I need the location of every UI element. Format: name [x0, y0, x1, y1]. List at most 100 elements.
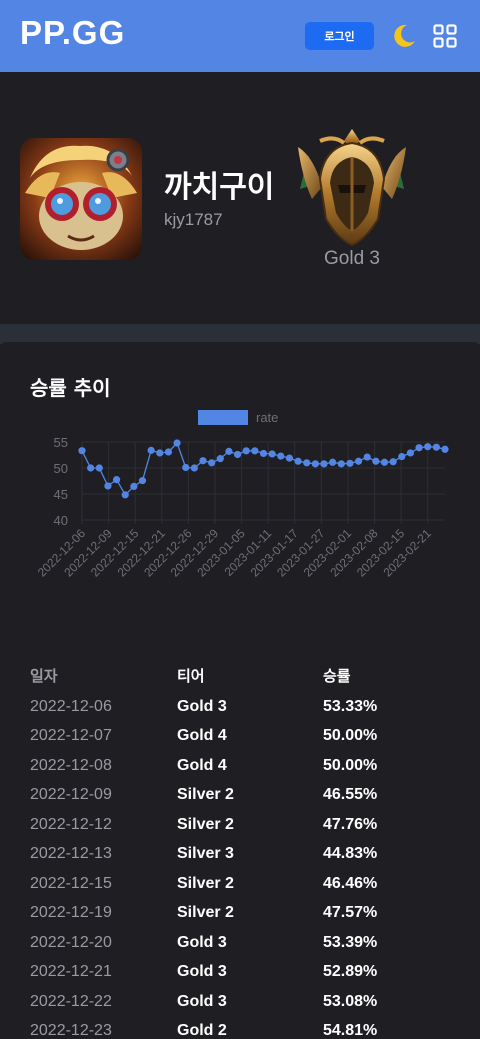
- row-tier: Gold 3: [177, 933, 227, 951]
- legend-label: rate: [256, 410, 278, 425]
- table-row: 2022-12-20 Gold 3 53.39%: [0, 928, 480, 957]
- row-rate: 53.39%: [323, 933, 378, 951]
- data-point: [138, 477, 147, 485]
- row-date: 2022-12-09: [30, 786, 112, 803]
- data-point: [303, 459, 311, 467]
- moon-icon[interactable]: [388, 21, 418, 51]
- data-point: [346, 459, 354, 467]
- data-point: [121, 491, 129, 499]
- table-row: 2022-12-12 Silver 2 47.76%: [0, 810, 480, 839]
- row-rate: 47.76%: [323, 815, 378, 833]
- header-rate: 승률: [323, 667, 351, 685]
- y-tick-label: 50: [54, 461, 68, 476]
- row-tier: Gold 3: [177, 963, 227, 980]
- row-tier: Silver 3: [177, 845, 234, 862]
- table-header-row: 일자 티어 승률: [0, 662, 480, 691]
- legend-swatch: [198, 410, 248, 425]
- row-tier: Silver 2: [177, 786, 234, 803]
- grid-icon[interactable]: [433, 24, 457, 48]
- data-point: [87, 464, 95, 472]
- top-header: PP.GG 로그인: [0, 0, 480, 72]
- row-tier: Silver 2: [177, 815, 234, 833]
- y-tick-label: 55: [54, 435, 68, 450]
- row-rate: 47.57%: [323, 904, 378, 921]
- row-rate: 50.00%: [323, 727, 378, 744]
- data-point: [424, 443, 432, 451]
- row-date: 2022-12-12: [30, 815, 112, 833]
- profile-section: 까치구이 kjy1787 Gold 3: [0, 72, 480, 324]
- data-point: [329, 458, 337, 466]
- row-rate: 46.46%: [323, 874, 378, 892]
- data-point: [337, 460, 345, 468]
- row-date: 2022-12-19: [30, 904, 112, 921]
- table-row: 2022-12-09 Silver 2 46.55%: [0, 780, 480, 809]
- data-point: [372, 457, 380, 465]
- row-tier: Silver 2: [177, 874, 234, 892]
- data-point: [190, 464, 198, 472]
- data-point: [259, 449, 268, 458]
- data-point: [147, 446, 155, 454]
- data-point: [251, 447, 259, 455]
- data-point: [311, 460, 319, 468]
- data-point: [268, 450, 276, 458]
- data-point: [277, 452, 285, 460]
- data-point: [78, 447, 86, 455]
- row-rate: 53.33%: [323, 697, 378, 715]
- data-point: [225, 447, 233, 455]
- data-point: [389, 458, 397, 466]
- data-point: [406, 449, 415, 457]
- data-point: [294, 457, 302, 465]
- row-tier: Silver 2: [177, 904, 234, 921]
- data-point: [164, 448, 173, 456]
- row-date: 2022-12-23: [30, 1022, 112, 1039]
- row-rate: 53.08%: [323, 992, 378, 1010]
- row-date: 2022-12-13: [30, 845, 112, 862]
- data-point: [104, 482, 112, 490]
- row-date: 2022-12-07: [30, 727, 112, 744]
- data-point: [156, 449, 164, 457]
- summoner-name: 까치구이: [164, 170, 275, 205]
- data-point: [432, 443, 440, 451]
- profile-avatar: [20, 138, 142, 260]
- data-point: [320, 460, 328, 468]
- data-point: [130, 482, 138, 491]
- y-tick-label: 45: [54, 487, 68, 502]
- table-row: 2022-12-06 Gold 3 53.33%: [0, 692, 480, 721]
- table-row: 2022-12-22 Gold 3 53.08%: [0, 987, 480, 1016]
- row-tier: Gold 4: [177, 727, 227, 744]
- login-button[interactable]: 로그인: [305, 22, 374, 50]
- win-rate-chart: rate404550552022-12-062022-12-092022-12-…: [35, 410, 449, 580]
- data-point: [199, 457, 207, 465]
- table-row: 2022-12-08 Gold 4 50.00%: [0, 751, 480, 780]
- data-point: [354, 457, 363, 465]
- section-divider: [0, 324, 480, 344]
- data-point: [95, 464, 103, 472]
- row-tier: Gold 3: [177, 697, 227, 715]
- row-date: 2022-12-20: [30, 933, 112, 951]
- data-point: [112, 476, 121, 484]
- row-rate: 52.89%: [323, 963, 378, 980]
- table-row: 2022-12-23 Gold 2 54.81%: [0, 1016, 480, 1039]
- win-rate-card: 승률 추이 rate 40 45 50 55 2022-12-06 2022-12-09 20…: [0, 342, 480, 1039]
- header-date: 일자: [30, 667, 58, 685]
- table-row: 2022-12-07 Gold 4 50.00%: [0, 721, 480, 750]
- site-logo[interactable]: PP.GG: [20, 14, 125, 52]
- row-rate: 50.00%: [323, 756, 378, 774]
- y-tick-label: 40: [54, 513, 68, 528]
- header-tier: 티어: [177, 667, 205, 685]
- data-point: [398, 452, 406, 461]
- data-point: [363, 453, 371, 461]
- row-date: 2022-12-06: [30, 697, 112, 715]
- data-point: [216, 455, 224, 463]
- table-row: 2022-12-15 Silver 2 46.46%: [0, 869, 480, 898]
- table-row: 2022-12-21 Gold 3 52.89%: [0, 957, 480, 986]
- data-point: [380, 458, 389, 466]
- data-point: [173, 439, 181, 447]
- data-point: [233, 450, 242, 459]
- row-date: 2022-12-08: [30, 756, 112, 774]
- row-tier: Gold 4: [177, 756, 227, 774]
- gold-tier-emblem-icon: [298, 129, 406, 247]
- data-point: [182, 463, 190, 472]
- row-rate: 46.55%: [323, 786, 378, 803]
- table-row: 2022-12-13 Silver 3 44.83%: [0, 839, 480, 868]
